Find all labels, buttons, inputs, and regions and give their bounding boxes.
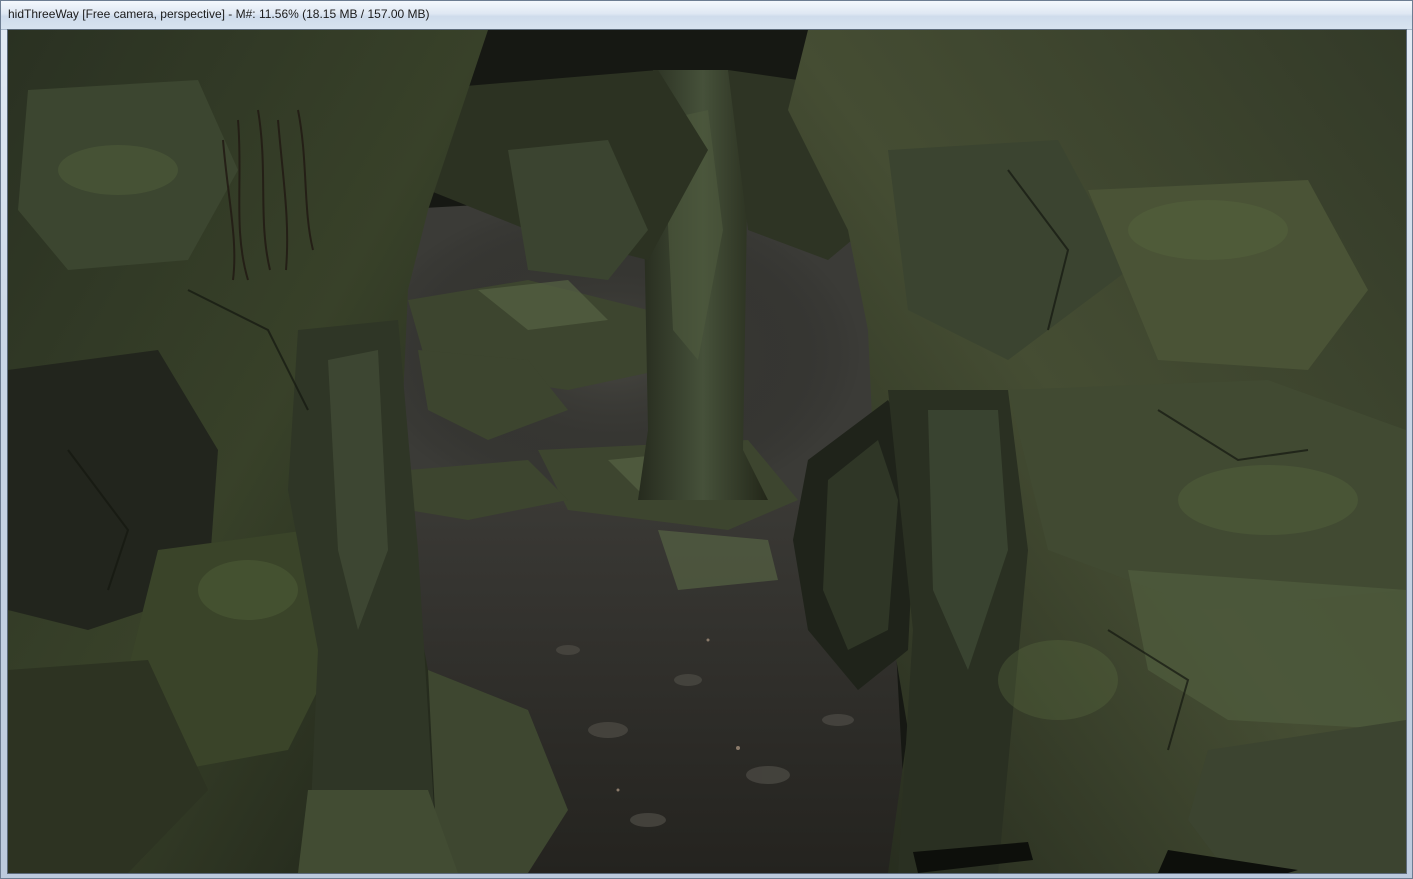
cave-scene[interactable] xyxy=(8,30,1406,873)
app-window: hidThreeWay [Free camera, perspective] -… xyxy=(0,0,1413,879)
3d-viewport[interactable] xyxy=(7,29,1407,874)
window-title: hidThreeWay [Free camera, perspective] -… xyxy=(8,7,430,21)
title-bar[interactable]: hidThreeWay [Free camera, perspective] -… xyxy=(1,1,1412,30)
